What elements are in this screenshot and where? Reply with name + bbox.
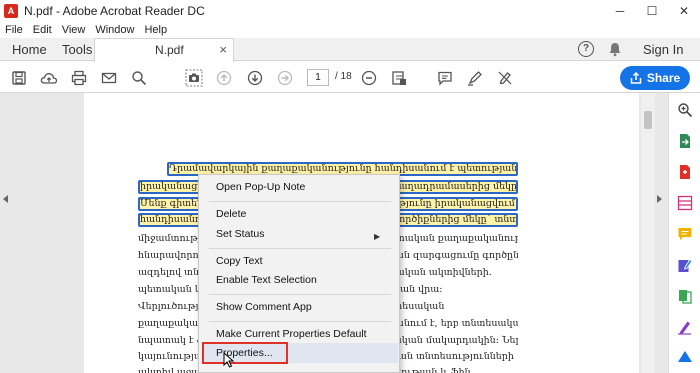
tab-home[interactable]: Home — [12, 42, 47, 57]
window-title: N.pdf - Adobe Acrobat Reader DC — [24, 4, 205, 18]
export-pdf-icon[interactable] — [677, 133, 693, 149]
organize-pages-icon[interactable] — [677, 195, 693, 211]
menu-help[interactable]: Help — [139, 24, 172, 36]
menu-window[interactable]: Window — [90, 24, 139, 36]
combine-files-icon[interactable] — [677, 288, 693, 304]
vertical-scrollbar[interactable] — [641, 93, 655, 373]
properties-callout-box — [202, 342, 288, 364]
next-page-icon[interactable] — [246, 69, 264, 87]
toolbar: 1 / 18 Share — [0, 62, 700, 93]
more-tools-icon[interactable] — [677, 350, 693, 366]
maximize-button[interactable]: ☐ — [636, 0, 668, 22]
menu-separator — [209, 248, 391, 249]
menu-open-popup-note[interactable]: Open Pop-Up Note — [216, 181, 305, 193]
menu-delete[interactable]: Delete — [216, 208, 246, 220]
collapse-right-panel-icon[interactable] — [657, 195, 662, 203]
fill-and-sign-icon[interactable] — [677, 319, 693, 335]
menu-file[interactable]: File — [0, 24, 28, 36]
share-button[interactable]: Share — [620, 66, 690, 90]
print-icon[interactable] — [70, 69, 88, 87]
menu-separator — [209, 201, 391, 202]
help-icon[interactable]: ? — [578, 41, 594, 57]
comment-icon[interactable] — [436, 69, 454, 87]
menu-separator — [209, 321, 391, 322]
minimize-button[interactable]: ─ — [604, 0, 636, 22]
menu-set-status[interactable]: Set Status — [216, 228, 264, 240]
menu-view[interactable]: View — [57, 24, 91, 36]
window-controls: ─ ☐ ✕ — [604, 0, 700, 22]
highlight-pen-icon[interactable] — [466, 69, 484, 87]
tab-close-icon[interactable]: × — [219, 42, 227, 57]
zoom-out-icon[interactable] — [360, 69, 378, 87]
tab-bar: Home Tools N.pdf × ? Sign In — [0, 38, 700, 62]
zoom-in-icon[interactable] — [677, 102, 693, 118]
share-label: Share — [646, 71, 681, 85]
notification-bell-icon[interactable] — [607, 41, 623, 57]
menu-bar: File Edit View Window Help — [0, 22, 700, 37]
tab-document[interactable]: N.pdf × — [94, 38, 234, 62]
submenu-arrow-icon: ▶ — [374, 232, 381, 241]
search-icon[interactable] — [130, 69, 148, 87]
page-total: / 18 — [335, 71, 352, 82]
close-window-button[interactable]: ✕ — [668, 0, 700, 22]
menu-make-current-properties-default[interactable]: Make Current Properties Default — [216, 328, 367, 340]
share-icon — [630, 72, 642, 84]
menu-separator — [209, 294, 391, 295]
tab-document-label: N.pdf — [155, 43, 184, 57]
menu-enable-text-selection[interactable]: Enable Text Selection — [216, 274, 317, 286]
scrollbar-thumb[interactable] — [644, 111, 652, 129]
save-icon[interactable] — [10, 69, 28, 87]
title-bar: A N.pdf - Adobe Acrobat Reader DC ─ ☐ ✕ — [0, 0, 700, 22]
go-forward-icon[interactable] — [276, 69, 294, 87]
sign-in-link[interactable]: Sign In — [643, 42, 683, 57]
previous-page-icon[interactable] — [215, 69, 233, 87]
fill-sign-icon[interactable] — [496, 69, 514, 87]
tab-tools[interactable]: Tools — [62, 42, 92, 57]
create-pdf-icon[interactable] — [677, 164, 693, 180]
menu-edit[interactable]: Edit — [28, 24, 57, 36]
mouse-pointer-icon — [223, 351, 235, 371]
page-display-icon[interactable] — [390, 69, 408, 87]
snapshot-icon[interactable] — [185, 69, 203, 87]
menu-show-comment-app[interactable]: Show Comment App — [216, 301, 312, 313]
comment-tool-icon[interactable] — [677, 226, 693, 242]
right-tools-panel — [668, 93, 700, 373]
acrobat-app-icon: A — [4, 4, 18, 18]
cloud-upload-icon[interactable] — [40, 69, 58, 87]
menu-copy-text[interactable]: Copy Text — [216, 255, 263, 267]
collapse-left-panel-icon[interactable] — [3, 195, 8, 203]
email-icon[interactable] — [100, 69, 118, 87]
edit-pdf-icon[interactable] — [677, 257, 693, 273]
page-number-input[interactable]: 1 — [307, 69, 329, 86]
